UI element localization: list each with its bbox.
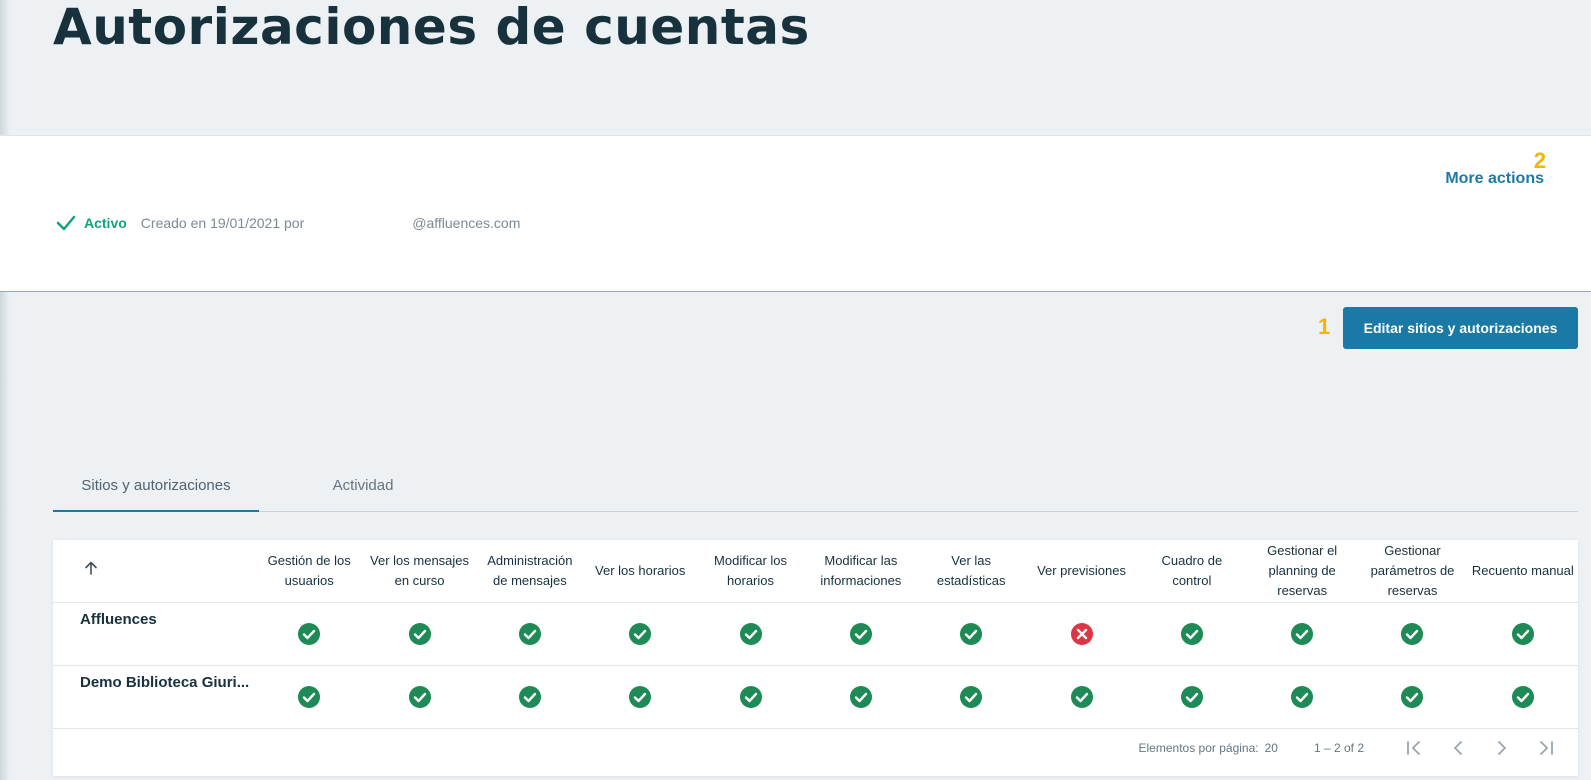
check-circle-icon [1070,685,1094,709]
check-circle-icon [1400,622,1424,646]
permission-cell [254,665,365,729]
permission-cell [364,602,475,666]
permission-cell [1467,665,1578,729]
site-name: Affluences [53,602,255,666]
sort-header[interactable] [53,540,255,603]
more-actions-link[interactable]: More actions [1445,170,1544,188]
check-circle-icon [739,622,763,646]
permission-cell [1467,602,1578,666]
column-header: Ver los mensajes en curso [364,540,475,603]
check-circle-icon [959,622,983,646]
status-label: Activo [84,215,127,231]
check-circle-icon [1180,622,1204,646]
next-page-icon[interactable] [1490,736,1514,760]
permission-cell [364,665,475,729]
items-per-page-label: Elementos por página: [1138,741,1259,755]
previous-page-icon[interactable] [1446,736,1470,760]
column-header: Modificar los horarios [695,540,806,603]
check-circle-icon [849,685,873,709]
table-header-row: Gestión de los usuarios Ver los mensajes … [53,540,1578,603]
permissions-table-card: Gestión de los usuarios Ver los mensajes … [53,540,1578,776]
column-header: Administración de mensajes [474,540,586,603]
last-page-icon[interactable] [1534,736,1558,760]
check-circle-icon [1290,685,1314,709]
check-circle-icon [849,622,873,646]
permission-cell [1136,602,1247,666]
column-header: Gestionar el planning de reservas [1247,540,1358,603]
column-header: Ver las estadísticas [916,540,1027,603]
items-per-page-select[interactable]: 20 [1265,741,1278,755]
column-header: Ver los horarios [585,540,696,603]
permission-cell [805,665,917,729]
permission-cell [1357,665,1468,729]
table-body: Affluences Demo Biblioteca Giuri... [53,602,1578,729]
column-header: Modificar las informaciones [805,540,917,603]
x-circle-icon [1070,622,1094,646]
status-row: Activo Creado en 19/01/2021 por @affluen… [56,214,520,232]
permission-cell [585,665,696,729]
check-circle-icon [518,622,542,646]
check-circle-icon [1290,622,1314,646]
permissions-table: Gestión de los usuarios Ver los mensajes … [53,540,1578,729]
column-header: Gestión de los usuarios [254,540,365,603]
tab-activity[interactable]: Actividad [313,461,413,511]
first-page-icon[interactable] [1402,736,1426,760]
permission-cell [254,602,365,666]
check-icon [56,215,76,231]
tab-sites-permissions[interactable]: Sitios y autorizaciones [53,461,259,512]
page-title: Autorizaciones de cuentas [53,0,810,56]
permission-cell [1247,602,1358,666]
check-circle-icon [518,685,542,709]
paginator: Elementos por página: 20 1 – 2 of 2 [53,723,1578,773]
account-info-card: 2 More actions Activo Creado en 19/01/20… [0,135,1591,292]
permission-cell [474,602,586,666]
permission-cell [695,665,806,729]
permission-cell [916,665,1027,729]
table-row: Affluences [53,602,1578,666]
edit-sites-permissions-button[interactable]: Editar sitios y autorizaciones [1343,307,1578,349]
permission-cell [1026,665,1137,729]
page-range-label: 1 – 2 of 2 [1313,741,1364,755]
table-row: Demo Biblioteca Giuri... [53,665,1578,729]
permission-cell [474,665,586,729]
permission-cell [695,602,806,666]
permission-cell [805,602,917,666]
check-circle-icon [1180,685,1204,709]
column-header: Cuadro de control [1136,540,1247,603]
check-circle-icon [959,685,983,709]
check-circle-icon [628,685,652,709]
permission-cell [1357,602,1468,666]
check-circle-icon [1511,685,1535,709]
column-header: Ver previsiones [1026,540,1137,603]
creator-email: @affluences.com [412,215,521,231]
check-circle-icon [408,622,432,646]
permission-cell [1247,665,1358,729]
check-circle-icon [739,685,763,709]
permission-cell [916,602,1027,666]
tab-bar: Sitios y autorizaciones Actividad [53,461,1578,512]
check-circle-icon [297,685,321,709]
permission-cell [1136,665,1247,729]
site-name: Demo Biblioteca Giuri... [53,665,255,729]
arrow-up-icon[interactable] [83,560,99,576]
check-circle-icon [628,622,652,646]
check-circle-icon [297,622,321,646]
permission-cell [585,602,696,666]
annotation-badge-1: 1 [1318,314,1331,339]
left-edge-shadow [0,0,10,780]
permission-cell [1026,602,1137,666]
column-header: Recuento manual [1467,540,1578,603]
created-text: Creado en 19/01/2021 por [140,215,305,231]
column-header: Gestionar parámetros de reservas [1357,540,1468,603]
check-circle-icon [408,685,432,709]
check-circle-icon [1400,685,1424,709]
check-circle-icon [1511,622,1535,646]
